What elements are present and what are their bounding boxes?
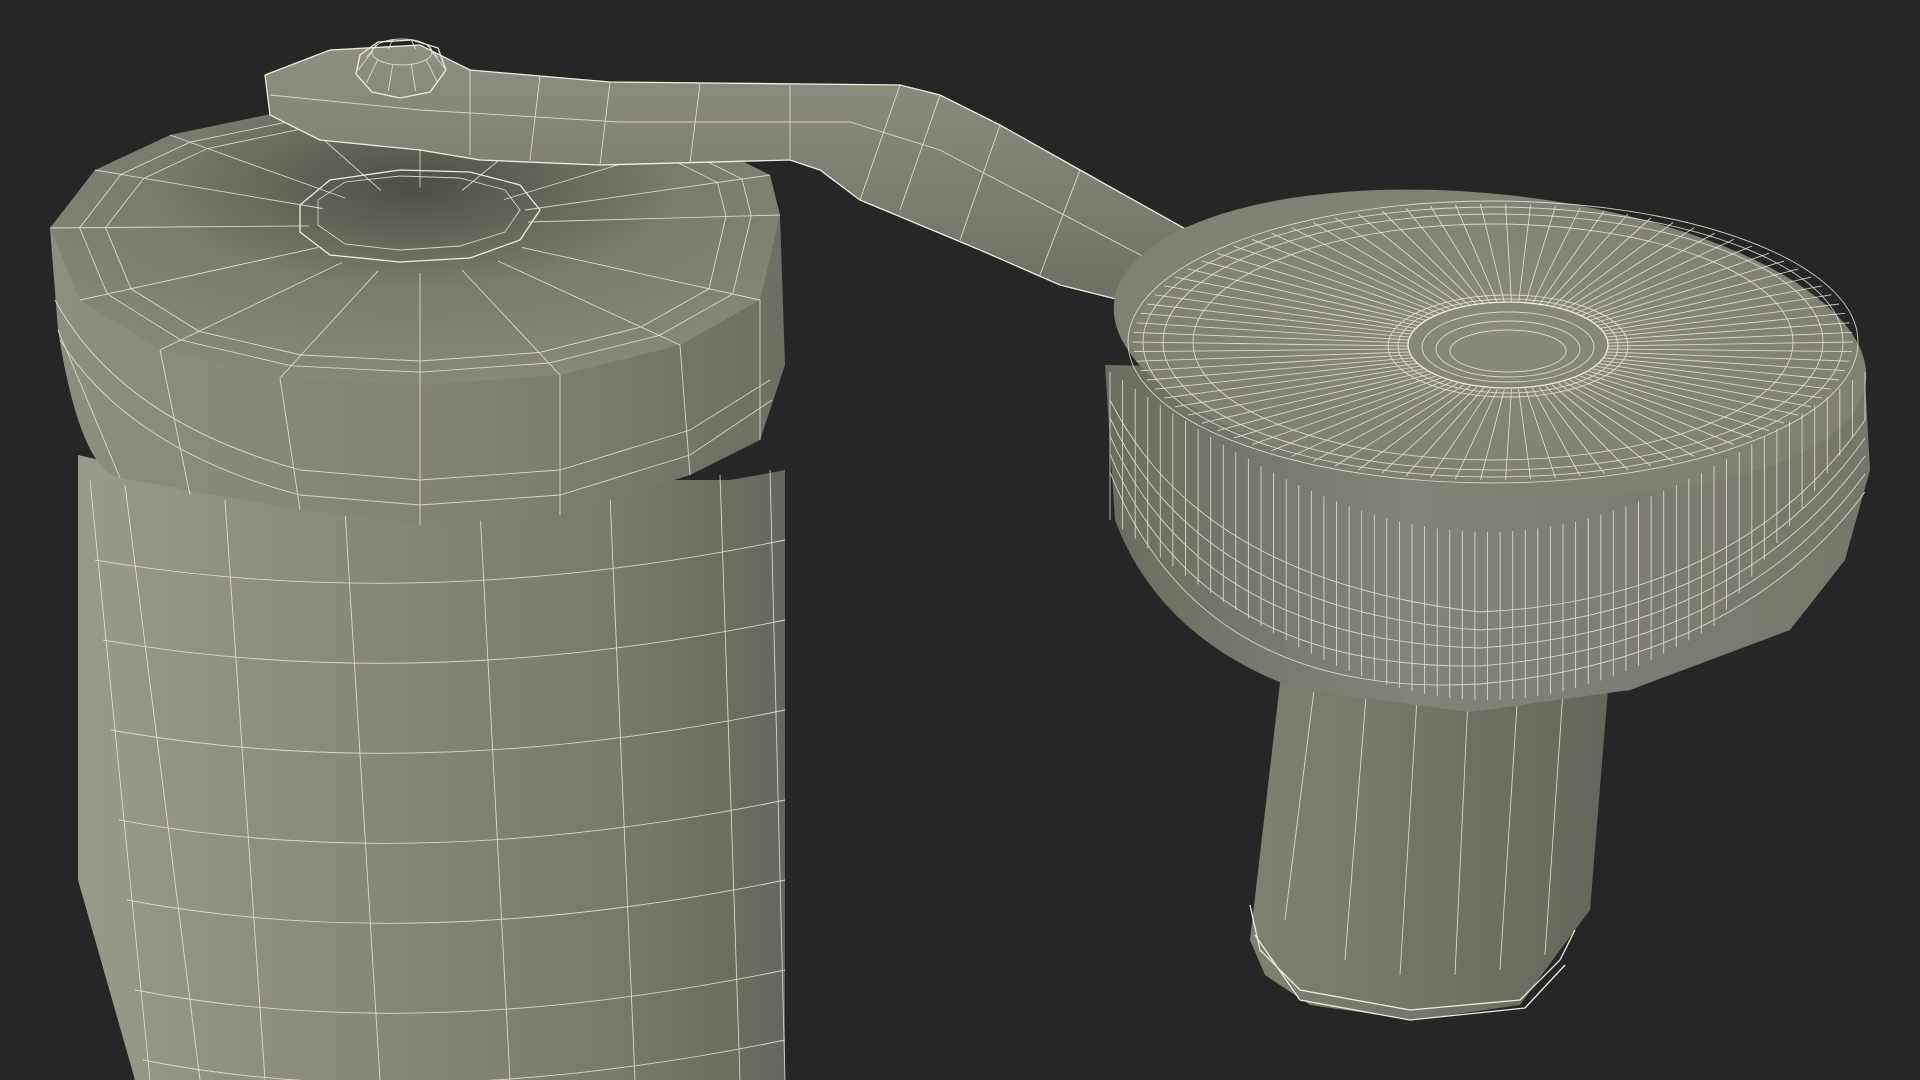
wireframe-render [49, 38, 1870, 1080]
render-viewport [0, 0, 1920, 1080]
grinder-body [78, 455, 786, 1080]
knob-cap [1105, 189, 1870, 712]
grinder-lid [49, 100, 785, 525]
